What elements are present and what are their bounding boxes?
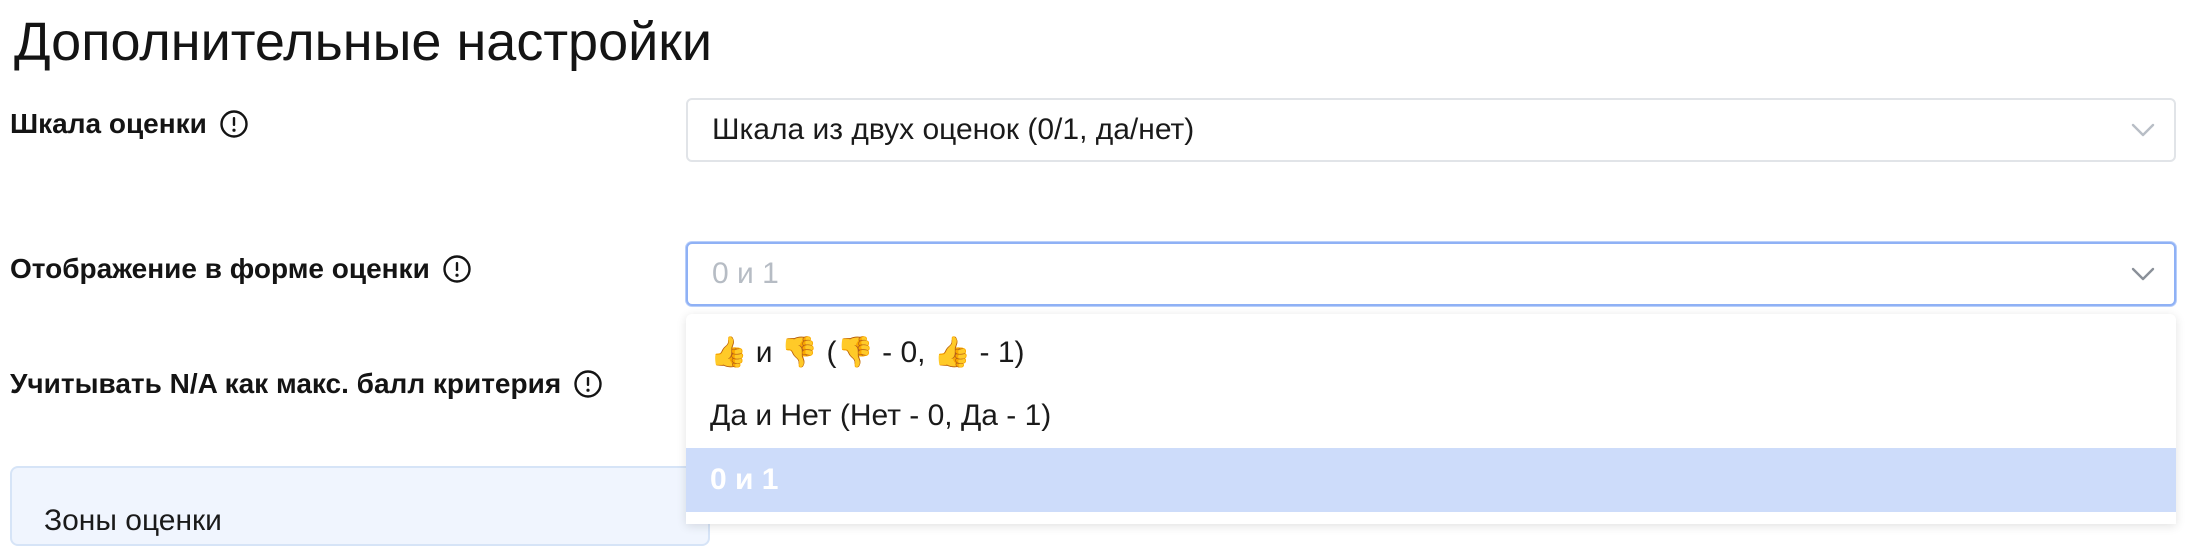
info-circle-icon[interactable] [219,109,249,139]
chevron-down-icon [2131,123,2155,137]
info-circle-icon[interactable] [442,254,472,284]
scale-label: Шкала оценки [10,108,207,139]
display-select[interactable]: 0 и 1 [686,242,2176,306]
scale-select-value: Шкала из двух оценок (0/1, да/нет) [712,113,1195,146]
display-select-placeholder: 0 и 1 [712,257,779,290]
na-max-label-row: Учитывать N/A как макс. балл критерия [10,368,603,400]
dropdown-option-thumbs[interactable]: 👍 и 👎 (👎 - 0, 👍 - 1) [686,320,2176,384]
na-max-label: Учитывать N/A как макс. балл критерия [10,368,562,399]
zones-panel: Зоны оценки [10,466,710,546]
display-dropdown-menu: 👍 и 👎 (👎 - 0, 👍 - 1) Да и Нет (Нет - 0, … [686,314,2176,524]
dropdown-option-label: 👍 и 👎 (👎 - 0, 👍 - 1) [710,335,1025,369]
dropdown-option-label: 0 и 1 [710,463,779,496]
zones-title: Зоны оценки [44,504,222,537]
display-label: Отображение в форме оценки [10,253,430,284]
display-label-row: Отображение в форме оценки [10,253,472,285]
dropdown-option-zero-one[interactable]: 0 и 1 [686,448,2176,512]
dropdown-option-label: Да и Нет (Нет - 0, Да - 1) [710,399,1052,432]
page-title: Дополнительные настройки [14,12,713,72]
scale-select[interactable]: Шкала из двух оценок (0/1, да/нет) [686,98,2176,162]
scale-label-row: Шкала оценки [10,108,249,140]
dropdown-option-yes-no[interactable]: Да и Нет (Нет - 0, Да - 1) [686,384,2176,448]
chevron-down-icon [2131,267,2155,281]
info-circle-icon[interactable] [573,369,603,399]
